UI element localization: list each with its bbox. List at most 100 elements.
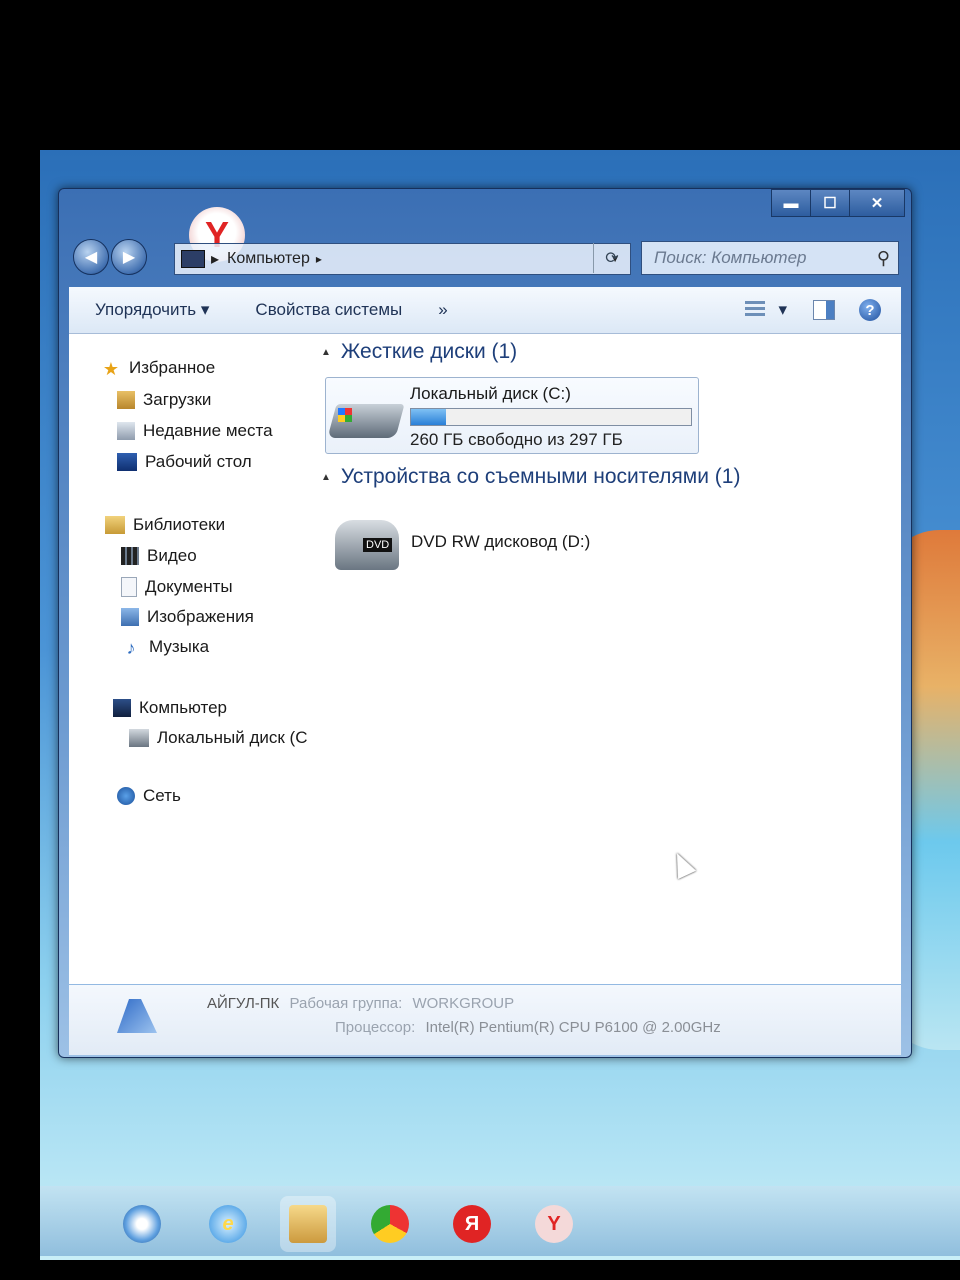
- address-path[interactable]: Компьютер: [227, 250, 310, 268]
- processor-value: Intel(R) Pentium(R) CPU P6100 @ 2.00GHz: [425, 1019, 721, 1036]
- back-button[interactable]: ◀: [73, 239, 109, 275]
- hard-drives-group-label: Жесткие диски (1): [340, 340, 518, 363]
- maximize-button[interactable]: ☐: [810, 189, 850, 217]
- nav-music-label: Музыка: [149, 637, 210, 656]
- nav-video[interactable]: Видео: [121, 546, 197, 566]
- system-properties-button[interactable]: Свойства системы: [255, 300, 402, 320]
- drive-c-usage-fill: [411, 409, 446, 425]
- libraries-icon: [105, 516, 125, 534]
- yandex-icon: Y: [535, 1205, 573, 1243]
- pane-icon: [813, 300, 835, 320]
- address-separator[interactable]: ▸: [211, 249, 219, 269]
- processor-label: Процессор:: [335, 1019, 416, 1036]
- nav-recent-places[interactable]: Недавние места: [117, 421, 273, 441]
- nav-network[interactable]: Сеть: [117, 786, 181, 806]
- nav-documents[interactable]: Документы: [121, 577, 233, 597]
- file-list: ▲ Жесткие диски (1) Локальный диск (C:) …: [305, 334, 901, 984]
- computer-large-icon: [117, 999, 157, 1033]
- nav-local-disk-c-label: Локальный диск (C: [157, 728, 308, 747]
- folder-icon: [289, 1205, 327, 1243]
- taskbar-ie[interactable]: e: [200, 1196, 256, 1252]
- content-area: ★ Избранное Загрузки Недавние места Рабо…: [69, 334, 901, 984]
- computer-icon: [113, 699, 131, 717]
- network-icon: [117, 787, 135, 805]
- workgroup-value: WORKGROUP: [412, 995, 515, 1012]
- nav-libraries-label: Библиотеки: [133, 515, 226, 534]
- address-bar[interactable]: ▸ Компьютер ▸ ▼: [174, 243, 631, 275]
- computer-name: АЙГУЛ-ПК: [207, 995, 280, 1012]
- help-icon[interactable]: ?: [859, 299, 881, 321]
- nav-network-label: Сеть: [143, 786, 181, 805]
- nav-favorites[interactable]: ★ Избранное: [101, 358, 216, 379]
- dvd-badge: DVD: [363, 538, 393, 552]
- navigation-pane: ★ Избранное Загрузки Недавние места Рабо…: [69, 334, 308, 984]
- computer-icon: [181, 250, 205, 268]
- refresh-icon[interactable]: ⟳: [593, 243, 630, 273]
- yandex-browser-icon: Я: [453, 1205, 491, 1243]
- removable-group-label: Устройства со съемными носителями (1): [340, 465, 741, 488]
- taskbar-yandex[interactable]: Y: [526, 1196, 582, 1252]
- nav-downloads-label: Загрузки: [143, 390, 212, 409]
- forward-button[interactable]: ▶: [111, 239, 147, 275]
- drive-c-free-space: 260 ГБ свободно из 297 ГБ: [410, 430, 623, 449]
- desktop-icon: [117, 453, 137, 471]
- search-icon[interactable]: ⚲: [865, 248, 890, 269]
- views-icon: [745, 301, 766, 319]
- nav-desktop-label: Рабочий стол: [145, 452, 252, 471]
- nav-recent-places-label: Недавние места: [143, 421, 273, 440]
- chrome-icon: [371, 1205, 409, 1243]
- search-placeholder: Поиск: Компьютер: [654, 248, 807, 267]
- change-view-icon[interactable]: [744, 299, 766, 321]
- dvd-drive-name: DVD RW дисковод (D:): [411, 532, 591, 551]
- internet-explorer-icon: e: [209, 1205, 247, 1243]
- collapse-triangle-icon[interactable]: ▲: [321, 347, 331, 358]
- windows-start-icon: [123, 1205, 161, 1243]
- nav-video-label: Видео: [147, 546, 197, 565]
- start-button[interactable]: [114, 1196, 170, 1252]
- nav-pictures[interactable]: Изображения: [121, 607, 254, 627]
- details-line-2: Процессор: Intel(R) Pentium(R) CPU P6100…: [335, 1019, 721, 1036]
- nav-documents-label: Документы: [145, 577, 233, 596]
- drive-c-name: Локальный диск (C:): [410, 384, 571, 403]
- search-input[interactable]: Поиск: Компьютер ⚲: [641, 241, 899, 275]
- caption-buttons: ▬ ☐ ✕: [771, 189, 905, 217]
- details-pane: АЙГУЛ-ПК Рабочая группа: WORKGROUP Проце…: [69, 985, 901, 1055]
- nav-desktop[interactable]: Рабочий стол: [117, 452, 252, 472]
- recent-places-icon: [117, 422, 135, 440]
- taskbar-chrome[interactable]: [362, 1196, 418, 1252]
- views-dropdown-icon[interactable]: ▾: [778, 300, 787, 320]
- windows-logo-icon: [338, 408, 352, 422]
- taskbar-yandex-browser[interactable]: Я: [444, 1196, 500, 1252]
- preview-pane-icon[interactable]: [813, 299, 835, 321]
- nav-music[interactable]: ♪ Музыка: [121, 637, 210, 658]
- hard-drives-group-header[interactable]: ▲ Жесткие диски (1): [321, 340, 517, 364]
- nav-local-disk-c[interactable]: Локальный диск (C: [129, 728, 308, 748]
- nav-favorites-label: Избранное: [129, 358, 216, 377]
- address-separator-end[interactable]: ▸: [316, 252, 322, 266]
- explorer-window: ▬ ☐ ✕ ◀ ▶ Y ▸ Компьютер ▸ ▼ ⟳ Поиск: Ком…: [58, 188, 912, 1058]
- dvd-drive-tile[interactable]: DVD DVD RW дисковод (D:): [335, 510, 635, 580]
- drive-c-tile[interactable]: Локальный диск (C:) 260 ГБ свободно из 2…: [325, 377, 699, 454]
- collapse-triangle-icon[interactable]: ▲: [321, 472, 331, 483]
- nav-computer[interactable]: Компьютер: [113, 698, 227, 718]
- nav-buttons: ◀ ▶: [73, 239, 149, 275]
- nav-computer-label: Компьютер: [139, 698, 227, 717]
- downloads-icon: [117, 391, 135, 409]
- drive-c-usage-bar: [410, 408, 692, 426]
- organize-button[interactable]: Упорядочить ▾: [95, 300, 209, 320]
- star-icon: ★: [102, 359, 120, 379]
- documents-icon: [121, 577, 137, 597]
- details-line-1: АЙГУЛ-ПК Рабочая группа: WORKGROUP: [207, 995, 514, 1012]
- music-icon: ♪: [126, 638, 136, 658]
- minimize-button[interactable]: ▬: [771, 189, 811, 217]
- nav-libraries[interactable]: Библиотеки: [105, 515, 225, 535]
- command-bar: Упорядочить ▾ Свойства системы » ▾ ?: [69, 287, 901, 334]
- nav-downloads[interactable]: Загрузки: [117, 390, 211, 410]
- toolbar-right: ▾ ?: [732, 299, 901, 321]
- more-commands-button[interactable]: »: [438, 300, 447, 320]
- pictures-icon: [121, 608, 139, 626]
- close-button[interactable]: ✕: [849, 189, 905, 217]
- removable-group-header[interactable]: ▲ Устройства со съемными носителями (1): [321, 465, 740, 489]
- video-icon: [121, 547, 139, 565]
- taskbar-explorer[interactable]: [280, 1196, 336, 1252]
